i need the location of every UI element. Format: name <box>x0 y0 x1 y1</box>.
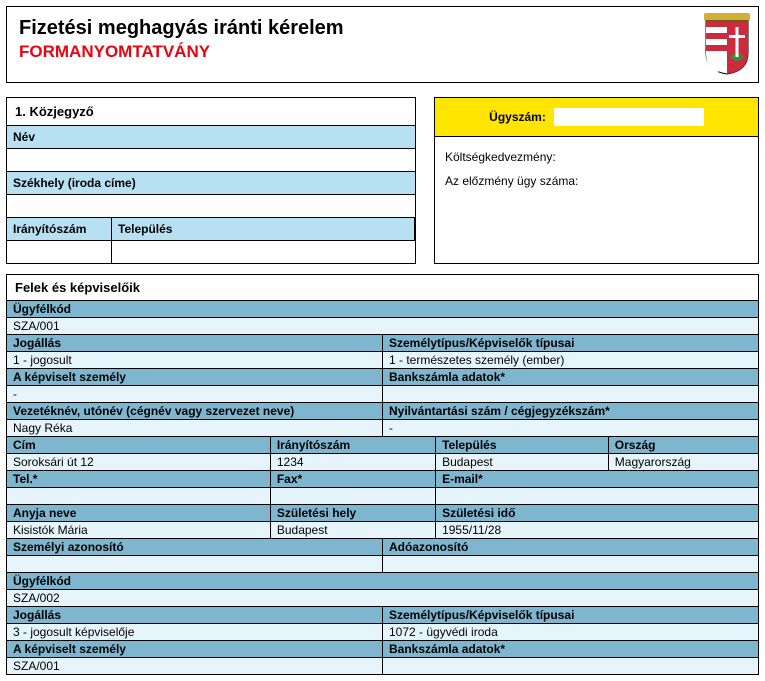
hungary-coat-of-arms-icon <box>704 13 750 78</box>
notary-section: 1. Közjegyző Név Székhely (iroda címe) I… <box>6 97 416 264</box>
address-label: Cím <box>7 437 270 453</box>
bank-label: Bankszámla adatok* <box>382 369 758 385</box>
case-number-row: Ügyszám: <box>435 98 758 137</box>
represented-label: A képviselt személy <box>7 369 382 385</box>
fax-value <box>270 488 435 504</box>
tel-value <box>7 488 270 504</box>
mother-label: Anyja neve <box>7 505 270 521</box>
mother-value: Kisistók Mária <box>7 522 270 538</box>
taxid-value <box>382 556 758 572</box>
fax-label: Fax* <box>270 471 435 487</box>
represented-label-2: A képviselt személy <box>7 641 382 657</box>
represented-value-2: SZA/001 <box>7 658 382 674</box>
client-code-value: SZA/001 <box>7 318 758 334</box>
status-value: 1 - jogosult <box>7 352 382 368</box>
prev-case-label: Az előzmény ügy száma: <box>445 169 748 193</box>
status-value-2: 3 - jogosult képviselője <box>7 624 382 640</box>
persontype-value-2: 1072 - ügyvédi iroda <box>382 624 758 640</box>
email-value <box>435 488 758 504</box>
form-title: Fizetési meghagyás iránti kérelem <box>19 17 746 40</box>
notary-name-label: Név <box>7 126 415 148</box>
case-number-input[interactable] <box>554 108 704 126</box>
persontype-value: 1 - természetes személy (ember) <box>382 352 758 368</box>
country-label: Ország <box>608 437 758 453</box>
parties-heading: Felek és képviselőik <box>7 275 758 300</box>
notary-hq-value[interactable] <box>7 195 415 217</box>
status-label: Jogállás <box>7 335 382 351</box>
personalid-value <box>7 556 382 572</box>
persontype-label-2: Személytípus/Képviselők típusai <box>382 607 758 623</box>
bank-value-2 <box>382 658 758 674</box>
birthdate-label: Születési idő <box>435 505 758 521</box>
notary-name-value[interactable] <box>7 149 415 171</box>
email-label: E-mail* <box>435 471 758 487</box>
regno-value: - <box>382 420 758 436</box>
client-code-label-2: Ügyfélkód <box>7 573 758 589</box>
persontype-label: Személytípus/Képviselők típusai <box>382 335 758 351</box>
personalid-label: Személyi azonosító <box>7 539 382 555</box>
taxid-label: Adóazonosító <box>382 539 758 555</box>
tel-label: Tel.* <box>7 471 270 487</box>
discount-label: Költségkedvezmény: <box>445 145 748 169</box>
status-label-2: Jogállás <box>7 607 382 623</box>
parties-section: Felek és képviselőik Ügyfélkód SZA/001 J… <box>6 274 759 675</box>
fullname-label: Vezetéknév, utónév (cégnév vagy szerveze… <box>7 403 382 419</box>
zip-label: Irányítószám <box>270 437 435 453</box>
client-code-label: Ügyfélkód <box>7 301 758 317</box>
notary-zip-label: Irányítószám <box>7 218 112 240</box>
bank-value <box>382 386 758 402</box>
form-subtitle: FORMANYOMTATVÁNY <box>19 42 746 62</box>
birthdate-value: 1955/11/28 <box>435 522 758 538</box>
notary-zip-value[interactable] <box>7 241 112 263</box>
address-value: Soroksári út 12 <box>7 454 270 470</box>
zip-value: 1234 <box>270 454 435 470</box>
fullname-value: Nagy Réka <box>7 420 382 436</box>
country-value: Magyarország <box>608 454 758 470</box>
notary-town-label: Település <box>112 218 415 240</box>
case-number-label: Ügyszám: <box>489 110 546 124</box>
town-label: Település <box>435 437 608 453</box>
notary-heading: 1. Közjegyző <box>7 98 415 126</box>
birthplace-label: Születési hely <box>270 505 435 521</box>
notary-town-value[interactable] <box>112 241 415 263</box>
form-header: Fizetési meghagyás iránti kérelem FORMAN… <box>6 6 759 83</box>
client-code-value-2: SZA/002 <box>7 590 758 606</box>
case-section: Ügyszám: Költségkedvezmény: Az előzmény … <box>434 97 759 264</box>
birthplace-value: Budapest <box>270 522 435 538</box>
bank-label-2: Bankszámla adatok* <box>382 641 758 657</box>
town-value: Budapest <box>435 454 608 470</box>
notary-hq-label: Székhely (iroda címe) <box>7 172 415 194</box>
represented-value: - <box>7 386 382 402</box>
regno-label: Nyilvántartási szám / cégjegyzékszám* <box>382 403 758 419</box>
